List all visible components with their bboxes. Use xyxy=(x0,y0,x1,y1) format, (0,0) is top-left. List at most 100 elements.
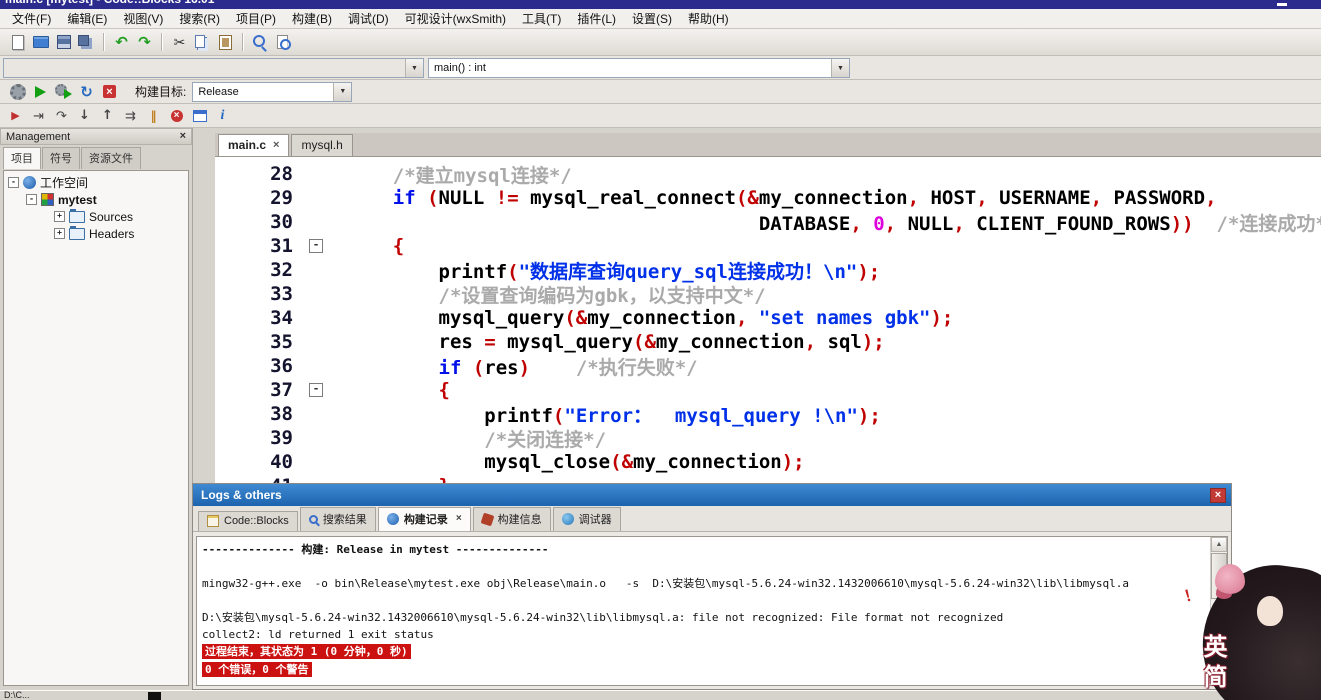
line-number: 29 xyxy=(270,187,293,209)
menu-item[interactable]: 构建(B) xyxy=(284,9,340,29)
logs-tab-构建记录[interactable]: 构建记录 × xyxy=(377,507,471,531)
step-into-icon[interactable] xyxy=(74,105,95,126)
line-number: 36 xyxy=(270,355,293,377)
tree-expander-icon[interactable]: + xyxy=(54,228,65,239)
code-line: 33 /*设置查询编码为gbk，以支持中文*/ xyxy=(215,282,1321,307)
build-and-run-icon[interactable] xyxy=(53,81,74,102)
new-file-icon[interactable] xyxy=(7,32,28,53)
fold-cell: - xyxy=(307,383,347,397)
close-tab-icon[interactable]: × xyxy=(273,139,279,151)
stop-debugger-icon[interactable] xyxy=(166,105,187,126)
menu-item[interactable]: 编辑(E) xyxy=(59,9,115,29)
toolbar-separator xyxy=(103,33,105,51)
tree-item[interactable]: - 工作空间 xyxy=(4,174,188,191)
redo-icon[interactable] xyxy=(134,32,155,53)
build-target-value: Release xyxy=(198,85,239,98)
tree-item[interactable]: - mytest xyxy=(4,191,188,208)
chevron-down-icon[interactable]: ▼ xyxy=(831,59,849,77)
window-title: main.c [mytest] - Code::Blocks 16.01 xyxy=(5,0,214,6)
code-completion-toolbar: ▼ main() : int ▼ xyxy=(0,56,1321,80)
logs-tab-搜索结果[interactable]: 搜索结果 xyxy=(299,507,376,531)
cb-tab-icon xyxy=(207,515,219,527)
debug-continue-icon[interactable] xyxy=(5,105,26,126)
log-line: 过程结束，其状态为 1 (0 分钟，0 秒) xyxy=(202,643,1206,661)
menu-item[interactable]: 视图(V) xyxy=(115,9,171,29)
code-line: 40 mysql_close(&my_connection); xyxy=(215,450,1321,474)
chevron-down-icon[interactable]: ▼ xyxy=(333,82,352,101)
tree-expander-icon[interactable]: - xyxy=(26,194,37,205)
save-all-icon[interactable] xyxy=(76,32,97,53)
debugging-windows-icon[interactable] xyxy=(189,105,210,126)
find-icon[interactable] xyxy=(250,32,271,53)
logs-tab-构建信息[interactable]: 构建信息 xyxy=(472,507,551,531)
menu-item[interactable]: 项目(P) xyxy=(228,9,284,29)
line-number: 30 xyxy=(270,211,293,233)
menu-item[interactable]: 搜索(R) xyxy=(171,9,228,29)
logs-tab-调试器[interactable]: 调试器 xyxy=(552,507,621,531)
find-in-files-icon[interactable] xyxy=(273,32,294,53)
menu-item[interactable]: 可视设计(wxSmith) xyxy=(397,9,514,29)
build-log-content: -------------- 构建: Release in mytest ---… xyxy=(202,541,1206,679)
management-tab-资源文件[interactable]: 资源文件 xyxy=(81,147,141,169)
break-debugger-icon[interactable] xyxy=(143,105,164,126)
line-number: 31 xyxy=(270,235,293,257)
close-icon[interactable]: × xyxy=(1210,487,1226,503)
management-tab-项目[interactable]: 项目 xyxy=(3,147,41,169)
run-icon[interactable] xyxy=(30,81,51,102)
editor-tab-mysql.h[interactable]: mysql.h xyxy=(291,134,353,156)
management-caption[interactable]: Management × xyxy=(0,128,192,145)
open-file-icon[interactable] xyxy=(30,32,51,53)
logs-tab-Code::Blocks[interactable]: Code::Blocks xyxy=(198,511,298,531)
tree-item[interactable]: + Headers xyxy=(4,225,188,242)
run-to-cursor-icon[interactable] xyxy=(28,105,49,126)
cut-icon[interactable] xyxy=(169,32,190,53)
undo-icon[interactable] xyxy=(111,32,132,53)
compiler-toolbar: 构建目标: Release ▼ xyxy=(0,80,1321,104)
menu-item[interactable]: 设置(S) xyxy=(624,9,680,29)
fold-marker-icon[interactable]: - xyxy=(309,383,323,397)
symbol-combo[interactable]: main() : int ▼ xyxy=(428,58,850,78)
logs-title: Logs & others xyxy=(201,488,282,502)
next-line-icon[interactable] xyxy=(51,105,72,126)
rebuild-icon[interactable] xyxy=(76,81,97,102)
toolbar-separator xyxy=(242,33,244,51)
toolbar-separator xyxy=(161,33,163,51)
tree-item[interactable]: + Sources xyxy=(4,208,188,225)
status-path: D:\C... xyxy=(4,690,30,700)
next-instruction-icon[interactable] xyxy=(120,105,141,126)
menu-item[interactable]: 调试(D) xyxy=(340,9,397,29)
code-text: mysql_query(&my_connection, "set names g… xyxy=(438,307,954,329)
menu-item[interactable]: 插件(L) xyxy=(569,9,624,29)
editor-tab-main.c[interactable]: main.c × xyxy=(218,134,290,156)
editor-tab-label: main.c xyxy=(228,138,267,152)
abort-icon[interactable] xyxy=(99,81,120,102)
menu-item[interactable]: 帮助(H) xyxy=(680,9,737,29)
paste-icon[interactable] xyxy=(215,32,236,53)
tree-expander-icon[interactable]: - xyxy=(8,177,19,188)
mascot-image: 英简 ！ xyxy=(1181,548,1321,700)
menu-item[interactable]: 文件(F) xyxy=(4,9,59,29)
debug-info-icon[interactable] xyxy=(212,105,233,126)
code-line: 30 DATABASE, 0, NULL, CLIENT_FOUND_ROWS)… xyxy=(215,210,1321,235)
log-line: mingw32-g++.exe -o bin\Release\mytest.ex… xyxy=(202,577,1130,590)
menu-item[interactable]: 工具(T) xyxy=(514,9,569,29)
copy-icon[interactable] xyxy=(192,32,213,53)
build-icon[interactable] xyxy=(7,81,28,102)
step-out-icon[interactable] xyxy=(97,105,118,126)
build-log: -------------- 构建: Release in mytest ---… xyxy=(196,536,1228,686)
save-icon[interactable] xyxy=(53,32,74,53)
logs-title-bar[interactable]: Logs & others × xyxy=(193,484,1231,506)
code-line: 29 if (NULL != mysql_real_connect(&my_co… xyxy=(215,186,1321,210)
folder-icon xyxy=(69,225,85,240)
minimize-button[interactable] xyxy=(1277,3,1287,6)
build-target-combo[interactable]: Release ▼ xyxy=(192,81,353,102)
log-line: -------------- 构建: Release in mytest ---… xyxy=(202,543,549,556)
tree-expander-icon[interactable]: + xyxy=(54,211,65,222)
fold-marker-icon[interactable]: - xyxy=(309,239,323,253)
management-tab-符号[interactable]: 符号 xyxy=(42,147,80,169)
close-icon[interactable]: × xyxy=(180,131,186,142)
chevron-down-icon[interactable]: ▼ xyxy=(405,59,423,77)
scope-combo[interactable]: ▼ xyxy=(3,58,424,78)
close-tab-icon[interactable]: × xyxy=(456,514,462,524)
